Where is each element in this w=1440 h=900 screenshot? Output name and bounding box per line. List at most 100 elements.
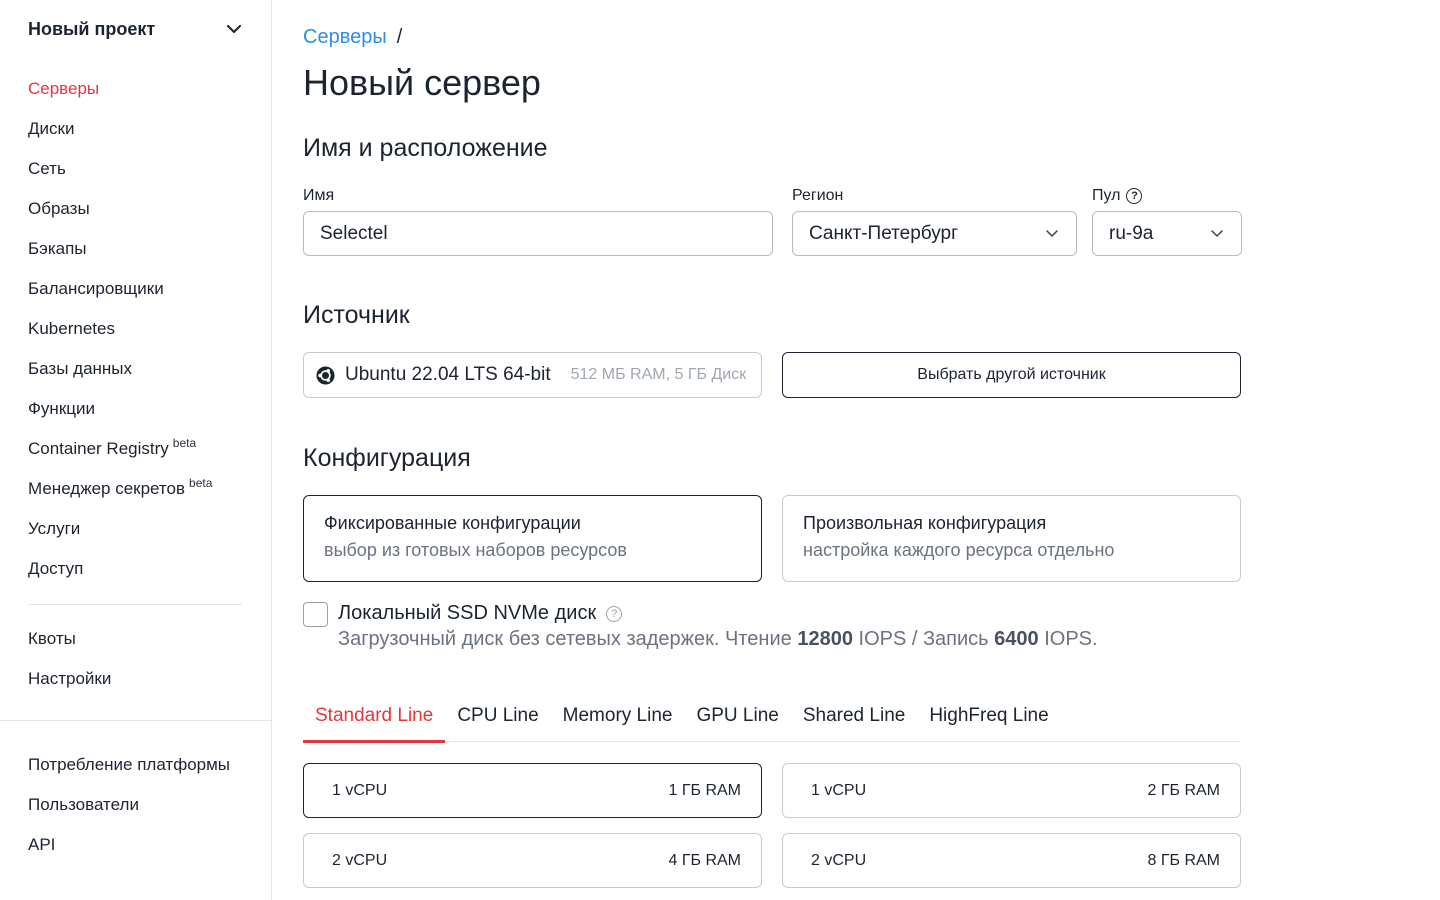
tab-standard-line[interactable]: Standard Line: [303, 690, 446, 743]
sidebar-item-label: Бэкапы: [28, 239, 87, 258]
ssd-desc-text: Загрузочный диск без сетевых задержек. Ч…: [338, 628, 798, 650]
sidebar-item-label: Квоты: [28, 629, 76, 648]
help-icon[interactable]: ?: [1126, 188, 1143, 204]
sidebar-item-label: Пользователи: [28, 795, 139, 814]
source-image-meta: 512 МБ RAM, 5 ГБ Диск: [570, 366, 747, 383]
page-title: Новый сервер: [303, 62, 541, 103]
section-title-name-location: Имя и расположение: [303, 134, 548, 162]
sidebar-item-label: Сеть: [28, 159, 66, 178]
tab-gpu-line[interactable]: GPU Line: [684, 690, 790, 742]
sidebar-item-platform-usage[interactable]: Потребление платформы: [28, 745, 268, 785]
sidebar-item-services[interactable]: Услуги: [28, 509, 242, 549]
sidebar-item-backups[interactable]: Бэкапы: [28, 229, 242, 269]
sidebar-item-label: Услуги: [28, 519, 81, 538]
sidebar-item-balancers[interactable]: Балансировщики: [28, 269, 242, 309]
breadcrumb-separator: /: [396, 26, 403, 48]
custom-config-card[interactable]: Произвольная конфигурация настройка кажд…: [782, 495, 1241, 582]
custom-config-title: Произвольная конфигурация: [803, 513, 1047, 533]
sidebar-item-api[interactable]: API: [28, 825, 268, 865]
sidebar-item-access[interactable]: Доступ: [28, 549, 242, 589]
local-ssd-label-text: Локальный SSD NVMe диск: [338, 602, 597, 624]
sidebar-item-settings[interactable]: Настройки: [28, 659, 242, 699]
region-label-text: Регион: [792, 187, 844, 204]
pool-select[interactable]: ru-9a: [1092, 211, 1242, 256]
sidebar-item-secrets-manager[interactable]: Менеджер секретов beta: [28, 469, 242, 509]
breadcrumb-servers-link[interactable]: Серверы: [303, 26, 387, 49]
custom-config-subtitle: настройка каждого ресурса отдельно: [803, 540, 1115, 560]
tab-shared-line[interactable]: Shared Line: [791, 690, 917, 742]
sidebar-nav-account: Потребление платформы Пользователи API: [28, 745, 268, 865]
tab-cpu-line[interactable]: CPU Line: [445, 690, 550, 742]
sidebar-item-databases[interactable]: Базы данных: [28, 349, 242, 389]
pool-label: Пул ?: [1092, 187, 1143, 205]
sidebar-divider: [28, 604, 242, 605]
config-cpu: 2 vCPU: [811, 851, 867, 869]
breadcrumb: Серверы /: [303, 26, 402, 49]
sidebar-item-label: API: [28, 835, 56, 854]
config-option[interactable]: 2 vCPU 4 ГБ RAM: [303, 833, 762, 888]
sidebar-item-servers[interactable]: Серверы: [28, 69, 242, 109]
ssd-desc-text: IOPS / Запись: [852, 628, 995, 650]
config-option[interactable]: 1 vCPU 1 ГБ RAM: [303, 763, 762, 818]
region-select-value: Санкт-Петербург: [809, 222, 959, 244]
sidebar-item-kubernetes[interactable]: Kubernetes: [28, 309, 242, 349]
section-title-configuration: Конфигурация: [303, 444, 471, 472]
sidebar-item-label: Container Registry: [28, 439, 169, 458]
help-icon[interactable]: ?: [606, 605, 623, 622]
sidebar-item-label: Базы данных: [28, 359, 133, 378]
config-ram: 8 ГБ RAM: [1147, 851, 1220, 869]
project-selector[interactable]: Новый проект: [28, 14, 242, 44]
fixed-config-subtitle: выбор из готовых наборов ресурсов: [324, 540, 627, 560]
source-image-name: Ubuntu 22.04 LTS 64-bit: [345, 364, 551, 385]
choose-another-source-button[interactable]: Выбрать другой источник: [782, 352, 1241, 398]
sidebar-item-label: Настройки: [28, 669, 112, 688]
fixed-config-card[interactable]: Фиксированные конфигурации выбор из гото…: [303, 495, 762, 582]
sidebar-divider: [0, 720, 272, 721]
sidebar-item-label: Потребление платформы: [28, 755, 231, 774]
beta-badge: beta: [189, 476, 213, 490]
sidebar-item-users[interactable]: Пользователи: [28, 785, 268, 825]
region-select[interactable]: Санкт-Петербург: [792, 211, 1077, 256]
project-name: Новый проект: [28, 18, 156, 39]
local-ssd-checkbox[interactable]: [303, 602, 328, 627]
sidebar-item-functions[interactable]: Функции: [28, 389, 242, 429]
sidebar-nav: Серверы Диски Сеть Образы Бэкапы Баланси…: [28, 69, 242, 589]
local-ssd-description: Загрузочный диск без сетевых задержек. Ч…: [338, 628, 1098, 651]
main-content: Серверы / Новый сервер Имя и расположени…: [303, 0, 1243, 900]
config-option[interactable]: 2 vCPU 8 ГБ RAM: [782, 833, 1241, 888]
sidebar-item-label: Функции: [28, 399, 95, 418]
sidebar-item-label: Kubernetes: [28, 319, 115, 338]
name-label: Имя: [303, 187, 334, 205]
line-tabs: Standard Line CPU Line Memory Line GPU L…: [303, 690, 1241, 743]
beta-badge: beta: [172, 436, 197, 450]
ubuntu-icon: [316, 365, 335, 385]
name-input-value: Selectel: [320, 222, 388, 244]
sidebar-item-label: Балансировщики: [28, 279, 164, 298]
sidebar-item-label: Менеджер секретов: [28, 479, 186, 498]
sidebar-item-label: Образы: [28, 199, 90, 218]
sidebar-nav-secondary: Квоты Настройки: [28, 619, 242, 699]
pool-label-text: Пул: [1092, 187, 1121, 204]
sidebar-item-images[interactable]: Образы: [28, 189, 242, 229]
chevron-down-icon: [1209, 226, 1225, 242]
section-title-source: Источник: [303, 301, 410, 329]
selected-source: Ubuntu 22.04 LTS 64-bit 512 МБ RAM, 5 ГБ…: [303, 352, 762, 398]
config-cpu: 1 vCPU: [332, 781, 388, 799]
config-ram: 4 ГБ RAM: [668, 851, 741, 869]
chevron-down-icon: [226, 21, 242, 37]
chevron-down-icon: [1044, 226, 1060, 242]
ssd-read-iops: 12800: [797, 628, 853, 650]
name-label-text: Имя: [303, 187, 335, 204]
ssd-desc-text: IOPS.: [1038, 628, 1098, 650]
tab-memory-line[interactable]: Memory Line: [551, 690, 685, 742]
sidebar-item-label: Доступ: [28, 559, 84, 578]
name-input[interactable]: Selectel: [303, 211, 773, 256]
config-option[interactable]: 1 vCPU 2 ГБ RAM: [782, 763, 1241, 818]
sidebar-item-quotas[interactable]: Квоты: [28, 619, 242, 659]
tab-highfreq-line[interactable]: HighFreq Line: [917, 690, 1060, 742]
sidebar-item-label: Диски: [28, 119, 75, 138]
sidebar-item-network[interactable]: Сеть: [28, 149, 242, 189]
sidebar-item-disks[interactable]: Диски: [28, 109, 242, 149]
sidebar-item-label: Серверы: [28, 79, 100, 98]
sidebar-item-container-registry[interactable]: Container Registry beta: [28, 429, 242, 469]
